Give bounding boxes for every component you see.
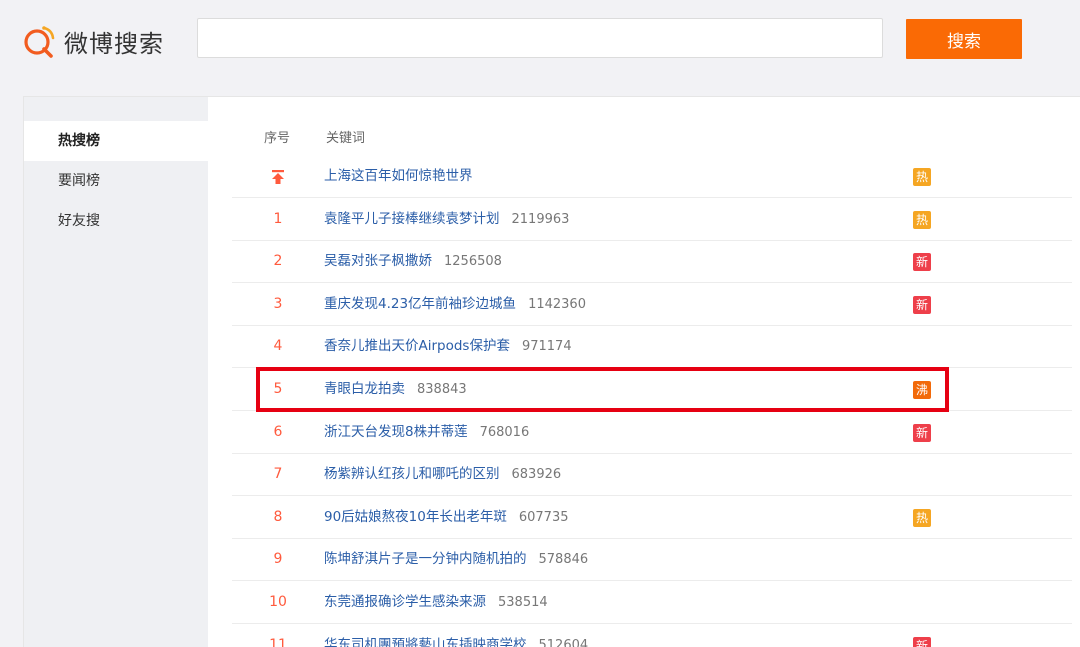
search-count: 838843 — [417, 382, 467, 397]
table-row[interactable]: 10 东莞通报确诊学生感染来源 538514 — [232, 582, 1072, 624]
hot-tag-badge: 热 — [913, 210, 931, 229]
search-count: 971174 — [521, 339, 572, 355]
hot-tag-badge: 热 — [913, 168, 931, 186]
new-tag-badge: 新 — [913, 295, 931, 314]
rank-number: 1 — [273, 210, 283, 227]
keyword-text[interactable]: 东莞通报确诊学生感染来源 — [324, 594, 486, 610]
sidebar-item-hot-search[interactable]: 热搜榜 — [24, 121, 208, 161]
sidebar: 热搜榜 要闻榜 好友搜 — [24, 97, 208, 647]
main-panel: 热搜榜 要闻榜 好友搜 序号 关键词 上海这百年如何惊艳世界热 1 袁隆平儿子接棒继… — [23, 96, 1080, 647]
keyword-text[interactable]: 青眼白龙拍卖 — [324, 381, 405, 397]
table-row[interactable]: 2 吴磊对张子枫撒娇 1256508 新 — [232, 241, 1072, 284]
new-tag-badge: 新 — [913, 423, 931, 442]
keyword-link[interactable]: 东莞通报确诊学生感染来源 538514 — [324, 582, 548, 623]
brand-name: 微博搜索 — [64, 29, 164, 58]
table-row[interactable]: 6 浙江天台发现8株并蒂莲 768016 新 — [232, 412, 1072, 454]
keyword-text[interactable]: 浙江天台发现8株并蒂莲 — [324, 424, 468, 440]
keyword-link[interactable]: 上海这百年如何惊艳世界 — [324, 156, 473, 197]
search-count: 683926 — [511, 467, 562, 483]
keyword-text[interactable]: 陈坤舒淇片子是一分钟内随机拍的 — [324, 551, 527, 567]
table-row[interactable]: 3 重庆发现4.23亿年前袖珍边城鱼 1142360 新 — [232, 284, 1072, 326]
keyword-link[interactable]: 浙江天台发现8株并蒂莲 768016 — [324, 412, 529, 453]
search-count: 607735 — [518, 509, 569, 525]
column-header-keyword: 关键词 — [326, 131, 366, 146]
rank-number: 6 — [273, 423, 283, 440]
keyword-link[interactable]: 华东司机團預將藝山东插映商学校 512604 — [324, 625, 588, 647]
keyword-link[interactable]: 陈坤舒淇片子是一分钟内随机拍的 578846 — [324, 539, 588, 580]
table-row[interactable]: 7 杨紫辨认红孩儿和哪吒的区别 683926 — [232, 454, 1072, 497]
keyword-link[interactable]: 杨紫辨认红孩儿和哪吒的区别 683926 — [324, 454, 561, 495]
keyword-link[interactable]: 90后姑娘熬夜10年长出老年斑 607735 — [324, 497, 569, 538]
search-input[interactable] — [197, 18, 883, 58]
keyword-link[interactable]: 香奈儿推出天价Airpods保护套 971174 — [324, 326, 572, 367]
table-row[interactable]: 上海这百年如何惊艳世界 热 — [232, 156, 1072, 198]
search-count: 1142360 — [528, 296, 586, 312]
table-row[interactable]: 1 袁隆平儿子接棒继续袁梦计划 2119963 热 — [232, 199, 1072, 241]
keyword-text[interactable]: 上海这百年如何惊艳世界 — [324, 168, 473, 184]
pinned-top-icon — [258, 156, 298, 197]
rank-number: 11 — [269, 636, 287, 647]
keyword-link[interactable]: 袁隆平儿子接棒继续袁梦计划 2119963 — [324, 199, 569, 240]
column-header-rank: 序号 — [264, 131, 291, 146]
rank-number: 5 — [273, 381, 283, 397]
rank-number: 2 — [273, 253, 283, 270]
search-count: 2119963 — [511, 211, 570, 227]
table-row[interactable]: 4 香奈儿推出天价Airpods保护套 971174 — [232, 326, 1072, 369]
keyword-text[interactable]: 90后姑娘熬夜10年长出老年斑 — [324, 509, 507, 525]
keyword-text[interactable]: 袁隆平儿子接棒继续袁梦计划 — [324, 211, 500, 227]
search-button[interactable]: 搜索 — [906, 19, 1022, 59]
sidebar-item-news[interactable]: 要闻榜 — [24, 161, 208, 201]
search-count: 578846 — [538, 552, 589, 568]
rank-number: 7 — [273, 466, 283, 483]
search-count: 538514 — [498, 595, 548, 610]
sidebar-item-friends[interactable]: 好友搜 — [24, 201, 208, 241]
search-count: 1256508 — [444, 254, 502, 270]
hot-tag-badge: 热 — [913, 508, 931, 527]
table-row[interactable]: 5 青眼白龙拍卖 838843 沸 — [232, 369, 1072, 411]
weibo-search-logo[interactable]: 微博搜索 — [22, 22, 164, 60]
new-tag-badge: 新 — [913, 253, 931, 272]
rank-number: 4 — [273, 338, 283, 355]
table-row[interactable]: 8 90后姑娘熬夜10年长出老年斑 607735 热 — [232, 497, 1072, 539]
rank-number: 9 — [273, 551, 283, 568]
rank-number: 3 — [273, 295, 283, 312]
keyword-link[interactable]: 青眼白龙拍卖 838843 — [324, 369, 467, 410]
table-row[interactable]: 11 华东司机團預將藝山东插映商学校 512604 新 — [232, 625, 1072, 647]
boil-tag-badge: 沸 — [913, 381, 931, 399]
keyword-text[interactable]: 杨紫辨认红孩儿和哪吒的区别 — [324, 466, 500, 482]
table-row[interactable]: 9 陈坤舒淇片子是一分钟内随机拍的 578846 — [232, 539, 1072, 582]
keyword-text[interactable]: 香奈儿推出天价Airpods保护套 — [324, 338, 510, 354]
keyword-text[interactable]: 重庆发现4.23亿年前袖珍边城鱼 — [324, 296, 516, 312]
weibo-search-logo-icon — [24, 26, 55, 58]
rank-number: 8 — [273, 508, 283, 525]
keyword-text[interactable]: 吴磊对张子枫撒娇 — [324, 253, 432, 269]
rank-number: 10 — [269, 594, 287, 610]
keyword-link[interactable]: 重庆发现4.23亿年前袖珍边城鱼 1142360 — [324, 284, 586, 325]
new-tag-badge: 新 — [913, 636, 931, 647]
keyword-text[interactable]: 华东司机團預將藝山东插映商学校 — [324, 637, 527, 647]
search-count: 768016 — [479, 424, 530, 440]
keyword-link[interactable]: 吴磊对张子枫撒娇 1256508 — [324, 241, 502, 282]
